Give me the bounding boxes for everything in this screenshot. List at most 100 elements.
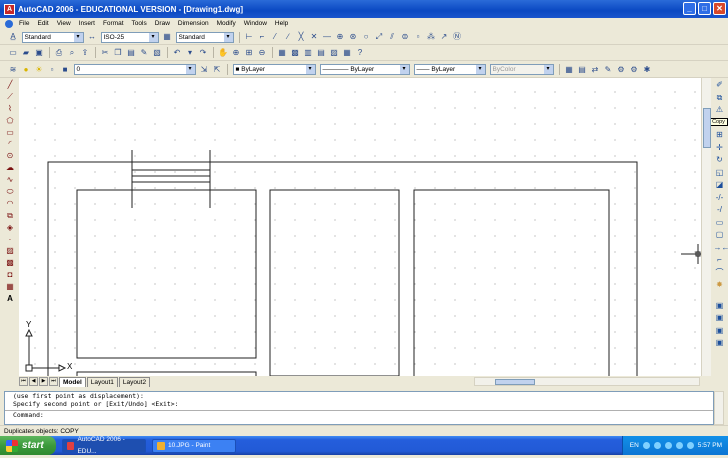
minimize-button[interactable]: _ — [683, 2, 696, 15]
publish-icon[interactable]: ⇪ — [80, 48, 90, 58]
table-icon[interactable]: ▦ — [4, 281, 16, 293]
break-icon[interactable]: ▢ — [714, 229, 726, 242]
text-style-icon[interactable]: A̲ — [8, 32, 18, 42]
menu-draw[interactable]: Draw — [151, 20, 174, 27]
tray-icon-4[interactable] — [675, 442, 683, 449]
menu-edit[interactable]: Edit — [33, 20, 52, 27]
center-mark-icon[interactable]: ▫ — [413, 32, 423, 42]
document-icon[interactable] — [5, 19, 13, 28]
ellipse-arc-icon[interactable]: ◠ — [4, 198, 16, 210]
language-indicator[interactable]: EN — [630, 442, 639, 449]
layer-previous-icon[interactable]: ⇱ — [212, 65, 222, 75]
redo-icon[interactable]: ↷ — [198, 48, 208, 58]
horizontal-scrollbar[interactable] — [474, 377, 700, 386]
command-scrollbar[interactable] — [714, 391, 724, 425]
table-style-icon[interactable]: ▦ — [162, 32, 172, 42]
copy-icon[interactable]: ⧉ — [714, 92, 726, 105]
insert-block-icon[interactable]: ⧉ — [4, 210, 16, 222]
chamfer-icon[interactable]: ⌐ — [714, 254, 726, 267]
make-layer-current-icon[interactable]: ⇲ — [199, 65, 209, 75]
workspace-icon-6[interactable]: ⚙ — [629, 65, 639, 75]
aligned-dim-icon[interactable]: ⌐ — [257, 32, 267, 42]
tab-layout2[interactable]: Layout2 — [118, 376, 151, 387]
hatch-icon[interactable]: ▨ — [4, 245, 16, 257]
table-style-select[interactable]: Standard ▾ — [175, 31, 234, 43]
continue-dim-icon[interactable]: ⤢ — [374, 32, 384, 42]
tab-layout1[interactable]: Layout1 — [86, 376, 118, 387]
tray-icon-1[interactable] — [642, 442, 650, 449]
rotate-icon[interactable]: ↻ — [714, 154, 726, 167]
menu-insert[interactable]: Insert — [75, 20, 99, 27]
layer-on-icon[interactable]: ● — [21, 65, 31, 75]
left-panel[interactable] — [76, 189, 257, 359]
tray-icon-3[interactable] — [664, 442, 672, 449]
menu-format[interactable]: Format — [99, 20, 128, 27]
plot-icon[interactable]: ⎙ — [54, 48, 64, 58]
menu-dimension[interactable]: Dimension — [174, 20, 213, 27]
vertical-scrollbar[interactable] — [701, 78, 711, 376]
rectangle-icon[interactable]: ▭ — [4, 127, 16, 139]
tray-icon-2[interactable] — [653, 442, 661, 449]
menu-file[interactable]: File — [15, 20, 33, 27]
zoom-previous-icon[interactable]: ⊖ — [257, 48, 267, 58]
move-icon[interactable]: ✛ — [714, 142, 726, 155]
arc-length-icon[interactable]: ⁄ — [270, 32, 280, 42]
workspace-icon-2[interactable]: ▤ — [577, 65, 587, 75]
dim-edit-icon[interactable]: ⁂ — [426, 32, 436, 42]
sheet-set-icon[interactable]: ▤ — [316, 48, 326, 58]
horizontal-scroll-thumb[interactable] — [495, 379, 535, 385]
radius-dim-icon[interactable]: ╳ — [296, 32, 306, 42]
command-window[interactable]: (use first point as displacement): Speci… — [4, 391, 714, 425]
linetype-select[interactable]: ———— ByLayer ▾ — [319, 64, 410, 75]
layer-select[interactable]: 0 ▾ — [73, 64, 196, 75]
diameter-dim-icon[interactable]: — — [322, 32, 332, 42]
match-properties-icon[interactable]: ✎ — [139, 48, 149, 58]
vertical-scroll-thumb[interactable] — [703, 108, 711, 148]
baseline-dim-icon[interactable]: ○ — [361, 32, 371, 42]
workspace-icon-5[interactable]: ⚙ — [616, 65, 626, 75]
tolerance-icon[interactable]: ⊜ — [400, 32, 410, 42]
break-at-point-icon[interactable]: ▭ — [714, 217, 726, 230]
array-icon[interactable]: ⊞ — [714, 129, 726, 142]
text-style-select[interactable]: Standard ▾ — [21, 31, 84, 43]
next-tab-button[interactable]: ▶ — [39, 377, 48, 386]
workspace-icon-7[interactable]: ✱ — [642, 65, 652, 75]
zoom-window-icon[interactable]: ⊞ — [244, 48, 254, 58]
menu-view[interactable]: View — [53, 20, 75, 27]
block-editor-icon[interactable]: ▧ — [152, 48, 162, 58]
workspace-icon-1[interactable]: ▦ — [564, 65, 574, 75]
draworder-icon-1[interactable]: ▣ — [714, 300, 726, 313]
arc-icon[interactable]: ◜ — [4, 138, 16, 150]
undo-icon[interactable]: ↶ — [172, 48, 182, 58]
design-center-icon[interactable]: ▩ — [290, 48, 300, 58]
taskbar-item-paint[interactable]: 10.JPG - Paint — [152, 438, 236, 453]
taskbar-item-autocad[interactable]: AutoCAD 2006 - EDU... — [62, 436, 146, 455]
pan-icon[interactable]: ✋ — [218, 48, 228, 58]
autocad-app-icon[interactable]: A — [4, 3, 15, 15]
last-tab-button[interactable]: ⏭ — [49, 377, 58, 386]
trim-icon[interactable]: -/- — [714, 192, 726, 205]
mtext-icon[interactable]: A — [4, 293, 16, 305]
workspace-icon-4[interactable]: ✎ — [603, 65, 613, 75]
dim-update-icon[interactable]: Ⓝ — [452, 32, 462, 42]
menu-modify[interactable]: Modify — [213, 20, 240, 27]
angular-dim-icon[interactable]: ⊕ — [335, 32, 345, 42]
mirror-icon[interactable]: ⚠ — [714, 104, 726, 117]
gradient-icon[interactable]: ▩ — [4, 257, 16, 269]
properties-icon[interactable]: ▦ — [277, 48, 287, 58]
extend-icon[interactable]: -/ — [714, 204, 726, 217]
tool-palettes-icon[interactable]: ▥ — [303, 48, 313, 58]
calculator-icon[interactable]: ▦ — [342, 48, 352, 58]
quick-dim-icon[interactable]: ⊛ — [348, 32, 358, 42]
middle-panel[interactable] — [269, 189, 400, 376]
ordinate-dim-icon[interactable]: ∕ — [283, 32, 293, 42]
close-button[interactable]: ✕ — [713, 2, 726, 15]
start-button[interactable]: start — [0, 436, 56, 455]
copy-clip-icon[interactable]: ❐ — [113, 48, 123, 58]
paste-icon[interactable]: ▤ — [126, 48, 136, 58]
color-select[interactable]: ■ ByLayer ▾ — [232, 64, 316, 75]
jogged-dim-icon[interactable]: ✕ — [309, 32, 319, 42]
dim-text-edit-icon[interactable]: ↗ — [439, 32, 449, 42]
explode-icon[interactable]: ✸ — [714, 279, 726, 292]
save-icon[interactable]: ▣ — [34, 48, 44, 58]
